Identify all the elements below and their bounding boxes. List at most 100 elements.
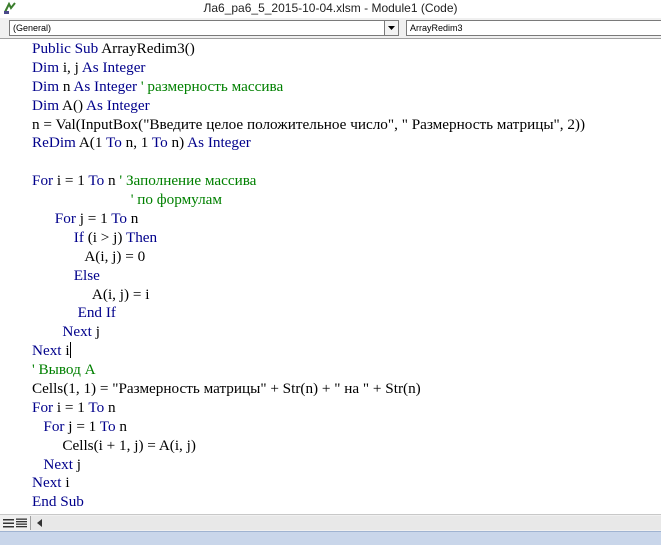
code-keyword: Dim — [32, 58, 60, 76]
code-token: j — [91, 323, 100, 341]
chevron-down-icon — [388, 26, 395, 30]
object-combo[interactable]: (General) — [9, 20, 386, 36]
code-keyword: To — [88, 398, 105, 416]
code-comment: ' размерность массива — [137, 77, 284, 95]
code-keyword: To — [88, 172, 105, 190]
procedure-combo[interactable]: ArrayRedim3 — [406, 20, 661, 36]
code-line[interactable] — [32, 153, 585, 172]
code-keyword: For — [32, 172, 54, 190]
code-keyword: Then — [125, 228, 158, 246]
code-token: i, j — [59, 58, 82, 76]
code-keyword: As Integer — [73, 77, 138, 95]
code-comment: ' по формулам — [130, 191, 223, 209]
code-token: i — [61, 474, 70, 492]
code-comment: ' Вывод А — [32, 361, 96, 379]
code-keyword: To — [151, 134, 168, 152]
code-keyword: End If — [77, 304, 116, 322]
code-keyword: To — [99, 417, 116, 435]
code-line[interactable]: Else — [32, 267, 585, 286]
code-token: n — [59, 77, 74, 95]
code-editor[interactable]: Public Sub ArrayRedim3() Dim i, j As Inte… — [0, 38, 661, 515]
code-line[interactable]: End If — [32, 304, 585, 323]
code-line[interactable]: n = Val(InputBox("Введите целое положите… — [32, 116, 585, 135]
code-token: n, 1 — [121, 134, 152, 152]
code-keyword: As Integer — [187, 134, 251, 152]
code-line[interactable]: For i = 1 To n ' Заполнение массива — [32, 172, 585, 191]
code-line[interactable]: Next i — [32, 474, 585, 493]
code-line[interactable]: ReDim A(1 To n, 1 To n) As Integer — [32, 134, 585, 153]
code-keyword: Dim — [32, 96, 60, 114]
procedure-view-icon[interactable] — [3, 517, 14, 528]
code-keyword: As Integer — [86, 96, 150, 114]
code-line[interactable]: Dim A() As Integer — [32, 97, 585, 116]
code-token: j = 1 — [64, 417, 100, 435]
code-keyword: ReDim — [32, 134, 76, 152]
code-keyword: If — [73, 228, 84, 246]
code-line[interactable]: ' Вывод А — [32, 361, 585, 380]
code-text[interactable]: Public Sub ArrayRedim3() Dim i, j As Inte… — [32, 40, 585, 512]
code-keyword: For — [32, 398, 54, 416]
code-token: (i > j) — [83, 228, 126, 246]
code-token: ArrayRedim3() — [98, 40, 195, 57]
text-cursor — [69, 342, 71, 359]
title-bar: Ла6_ра6_5_2015-10-04.xlsm - Module1 (Cod… — [0, 0, 661, 19]
code-keyword: Next — [43, 455, 73, 473]
code-token: Cells(1, 1) = "Размерность матрицы" + St… — [32, 380, 421, 398]
code-line[interactable]: If (i > j) Then — [32, 229, 585, 248]
code-token: j — [72, 455, 81, 473]
code-token: A() — [59, 96, 87, 114]
taskbar-strip — [0, 531, 661, 545]
code-line[interactable]: Cells(i + 1, j) = A(i, j) — [32, 437, 585, 456]
code-token: n — [115, 417, 127, 435]
window-title: Ла6_ра6_5_2015-10-04.xlsm - Module1 (Cod… — [203, 1, 458, 15]
code-token: i = 1 — [53, 398, 89, 416]
code-token: i — [61, 342, 70, 360]
code-line[interactable]: For j = 1 To n — [32, 418, 585, 437]
code-keyword: Dim — [32, 77, 60, 95]
code-window-toolbar: (General) ArrayRedim3 — [0, 18, 661, 38]
scroll-left-arrow-icon[interactable] — [33, 517, 45, 529]
code-token: n — [104, 172, 120, 190]
code-token: A(i, j) = 0 — [84, 247, 146, 265]
code-line[interactable]: Next j — [32, 323, 585, 342]
code-keyword: To — [111, 210, 127, 228]
code-token: j = 1 — [75, 210, 112, 228]
code-token: n = Val(InputBox("Введите целое положите… — [32, 115, 586, 133]
code-line[interactable]: Cells(1, 1) = "Размерность матрицы" + St… — [32, 380, 585, 399]
code-keyword: Next — [32, 342, 62, 360]
code-keyword: As Integer — [81, 58, 146, 76]
code-line[interactable]: For i = 1 To n — [32, 399, 585, 418]
code-line[interactable]: ' по формулам — [32, 191, 585, 210]
code-keyword: Public Sub — [32, 40, 99, 57]
code-keyword: Next — [62, 323, 92, 341]
code-token: Cells(i + 1, j) = A(i, j) — [62, 436, 196, 454]
code-comment: ' Заполнение массива — [119, 172, 257, 190]
code-keyword: Next — [32, 474, 62, 492]
code-keyword: Else — [73, 266, 100, 284]
code-token: n — [104, 398, 116, 416]
code-line[interactable]: End Sub — [32, 493, 585, 512]
code-line[interactable]: Dim i, j As Integer — [32, 59, 585, 78]
code-keyword: To — [105, 134, 122, 152]
code-line[interactable]: Public Sub ArrayRedim3() — [32, 40, 585, 59]
code-line[interactable]: A(i, j) = i — [32, 286, 585, 305]
code-line[interactable]: Dim n As Integer ' размерность массива — [32, 78, 585, 97]
code-line[interactable]: For j = 1 To n — [32, 210, 585, 229]
code-line[interactable]: A(i, j) = 0 — [32, 248, 585, 267]
code-token: n — [127, 210, 139, 228]
code-line[interactable]: Next j — [32, 456, 585, 475]
code-line[interactable]: Next i — [32, 342, 585, 361]
full-module-view-icon[interactable] — [16, 517, 27, 528]
code-window-statusbar — [0, 514, 661, 531]
code-token: A(i, j) = i — [91, 285, 150, 303]
horizontal-scrollbar[interactable] — [30, 516, 661, 530]
object-combo-dropdown-button[interactable] — [384, 20, 399, 36]
